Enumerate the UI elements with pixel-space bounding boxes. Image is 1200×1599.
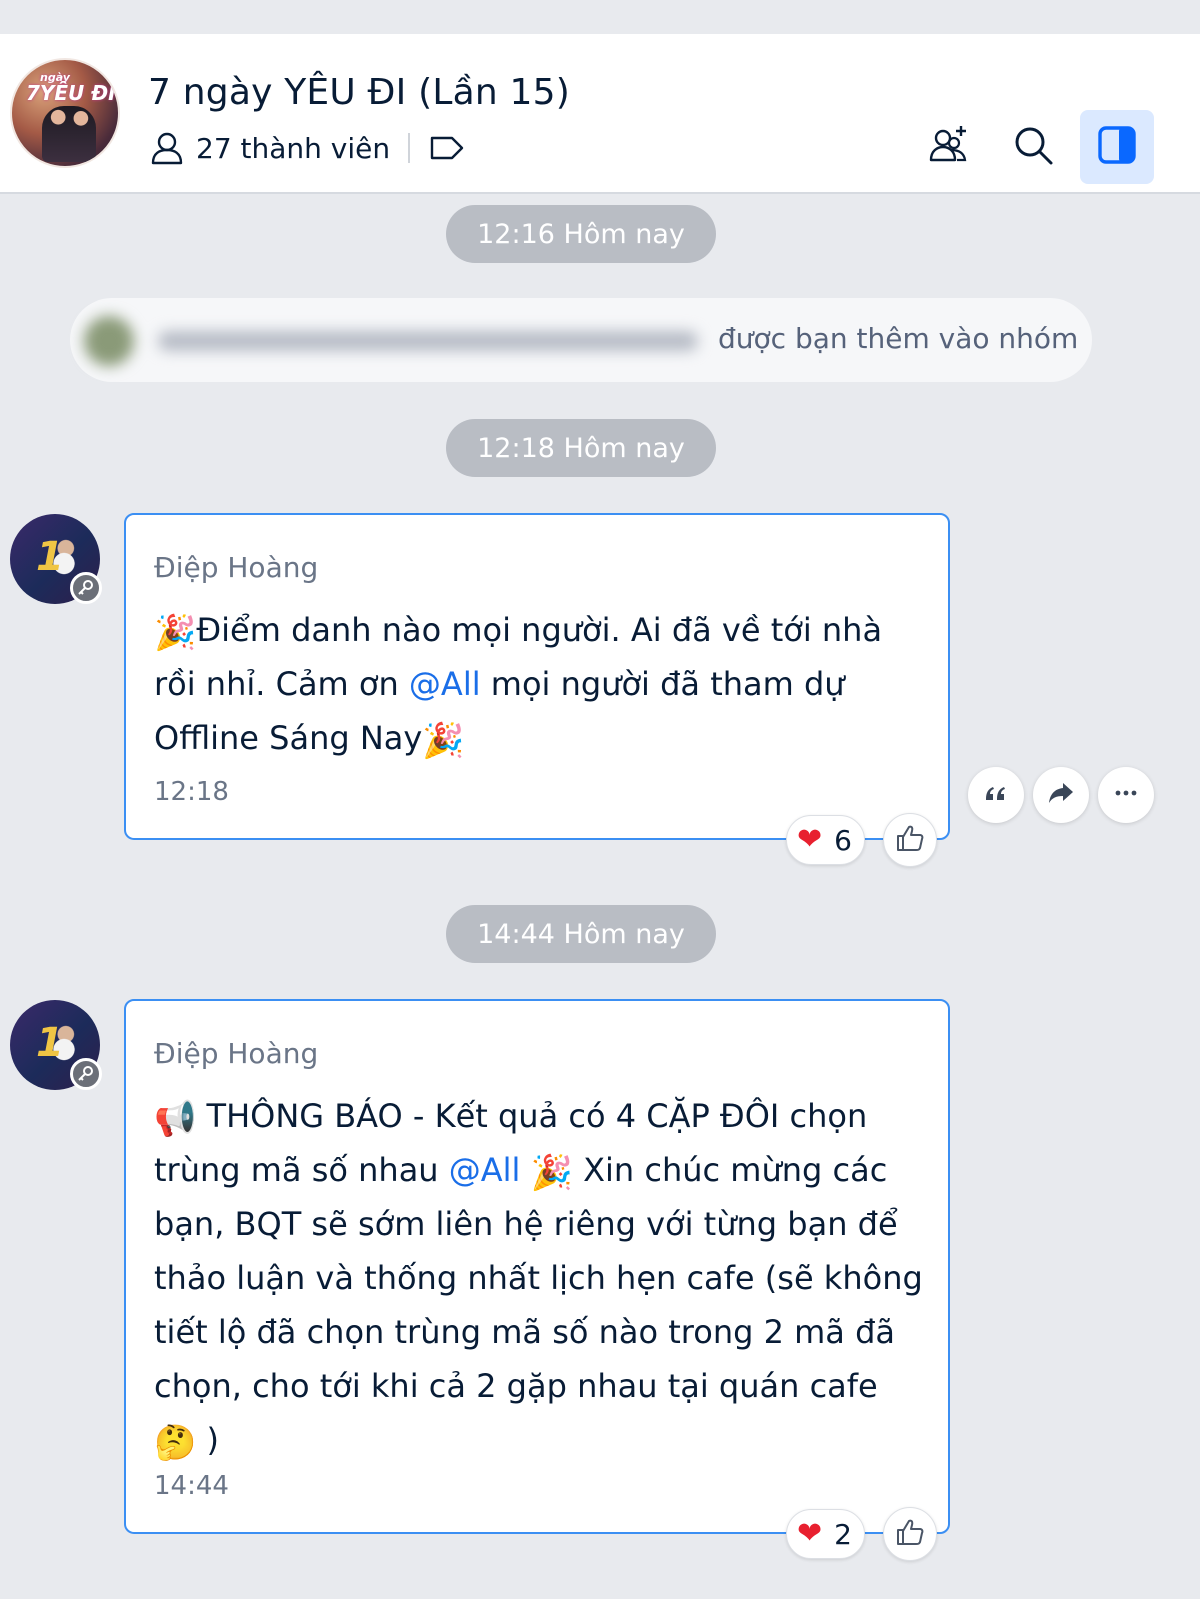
side-panel-button[interactable] — [1080, 110, 1154, 184]
more-icon — [1112, 779, 1140, 811]
reaction-count: 2 — [834, 1517, 852, 1551]
search-icon — [1011, 123, 1055, 171]
group-avatar[interactable]: ngày 7YÊU ĐI — [10, 58, 120, 168]
add-member-icon — [927, 123, 971, 171]
quote-icon — [982, 779, 1010, 811]
system-message-text: được bạn thêm vào nhóm — [718, 322, 1079, 355]
forward-icon — [1046, 778, 1076, 812]
blurred-member-names — [84, 316, 714, 366]
reaction-summary[interactable]: ❤ 6 — [786, 815, 865, 865]
more-button[interactable] — [1098, 767, 1154, 823]
search-button[interactable] — [996, 110, 1070, 184]
forward-button[interactable] — [1033, 767, 1089, 823]
like-button[interactable] — [883, 813, 937, 867]
reaction-summary[interactable]: ❤ 2 — [786, 1509, 865, 1559]
mention-all[interactable]: @All — [409, 665, 481, 703]
time-divider: 14:44 Hôm nay — [446, 905, 716, 963]
divider — [408, 133, 411, 163]
group-avatar-photo — [42, 106, 96, 162]
chat-header: ngày 7YÊU ĐI 7 ngày YÊU ĐI (Lần 15) 27 t… — [0, 34, 1200, 194]
message-bubble[interactable]: Điệp Hoàng 🎉Điểm danh nào mọi người. Ai … — [124, 513, 950, 840]
like-button[interactable] — [883, 1507, 937, 1561]
top-strip — [0, 0, 1200, 34]
sender-name: Điệp Hoàng — [154, 551, 319, 584]
reaction-count: 6 — [834, 823, 852, 857]
tag-icon[interactable] — [428, 133, 466, 163]
member-count[interactable]: 27 thành viên — [196, 132, 390, 165]
group-title[interactable]: 7 ngày YÊU ĐI (Lần 15) — [148, 72, 570, 113]
group-subinfo: 27 thành viên — [150, 130, 466, 166]
party-emoji: 🎉 — [530, 1153, 573, 1193]
side-panel-icon — [1095, 123, 1139, 171]
party-emoji: 🎉 — [154, 613, 197, 653]
heart-icon: ❤ — [797, 1516, 823, 1551]
party-emoji: 🎉 — [422, 721, 465, 761]
thumbs-up-icon — [894, 822, 926, 858]
system-message: được bạn thêm vào nhóm — [70, 298, 1092, 382]
key-icon — [70, 1058, 102, 1090]
thumbs-up-icon — [894, 1516, 926, 1552]
time-divider: 12:16 Hôm nay — [446, 205, 716, 263]
message-text: 📢 THÔNG BÁO - Kết quả có 4 CẶP ĐÔI chọn … — [154, 1097, 923, 1463]
message-text: 🎉Điểm danh nào mọi người. Ai đã về tới n… — [154, 611, 883, 761]
message-time: 14:44 — [154, 1471, 229, 1501]
key-icon — [70, 572, 102, 604]
message-time: 12:18 — [154, 777, 229, 807]
message-bubble[interactable]: Điệp Hoàng 📢 THÔNG BÁO - Kết quả có 4 CẶ… — [124, 999, 950, 1534]
user-icon[interactable] — [150, 131, 184, 165]
mention-all[interactable]: @All — [449, 1151, 521, 1189]
add-member-button[interactable] — [912, 110, 986, 184]
megaphone-emoji: 📢 — [154, 1099, 197, 1139]
heart-icon: ❤ — [797, 822, 823, 857]
quote-button[interactable] — [968, 767, 1024, 823]
group-avatar-logo: ngày 7YÊU ĐI — [26, 71, 116, 105]
time-divider: 12:18 Hôm nay — [446, 419, 716, 477]
sender-name: Điệp Hoàng — [154, 1037, 319, 1070]
thinking-emoji: 🤔 — [154, 1423, 197, 1463]
